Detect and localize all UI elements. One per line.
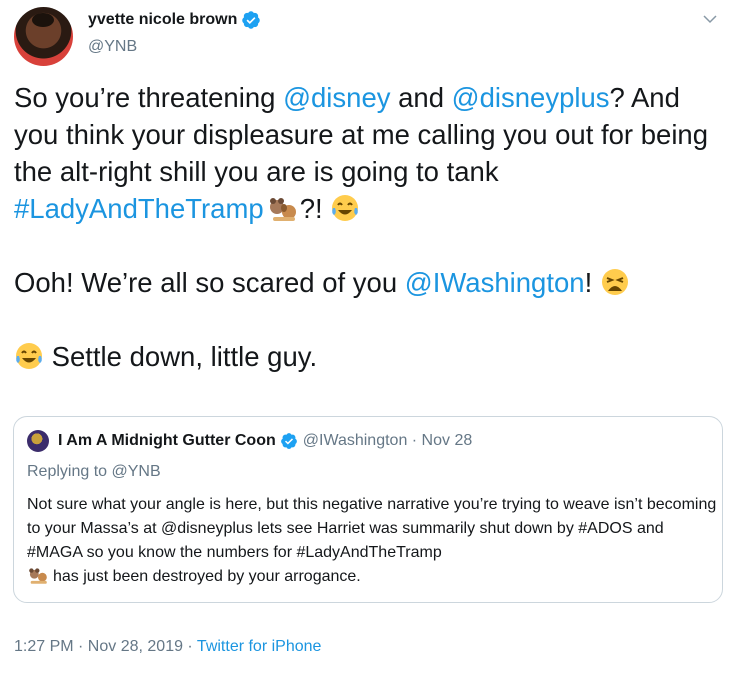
lady-and-tramp-dogs-icon <box>269 198 296 221</box>
quoted-tweet[interactable]: I Am A Midnight Gutter Coon @IWashington… <box>13 416 723 603</box>
source-link[interactable]: Twitter for iPhone <box>197 638 322 655</box>
tweet-meta: 1:27 PM · Nov 28, 2019 · Twitter for iPh… <box>14 638 321 656</box>
chevron-down-icon[interactable] <box>701 10 719 28</box>
author-name-row: yvette nicole brown <box>88 10 261 30</box>
quoted-body: Not sure what your angle is here, but th… <box>27 496 717 585</box>
hashtag-link[interactable]: #LadyAndTheTramp <box>14 193 264 224</box>
verified-badge-icon <box>242 11 261 29</box>
timestamp[interactable]: 1:27 PM · Nov 28, 2019 · <box>14 638 197 655</box>
author-handle[interactable]: @YNB <box>88 38 137 56</box>
quoted-handle-date: @IWashington · Nov 28 <box>302 432 473 449</box>
face-with-tears-of-joy-icon <box>16 343 42 369</box>
mention-link[interactable]: @IWashington <box>405 267 585 298</box>
avatar[interactable] <box>14 7 73 66</box>
face-with-tears-of-joy-icon <box>332 195 359 221</box>
quoted-avatar <box>27 430 49 452</box>
tweet-text: So you’re threatening @disney and @disne… <box>14 79 719 375</box>
verified-badge-icon <box>280 433 297 449</box>
quoted-tweet-header: I Am A Midnight Gutter Coon @IWashington… <box>27 430 472 452</box>
quoted-display-name: I Am A Midnight Gutter Coon <box>58 432 276 449</box>
weary-face-icon <box>601 269 628 295</box>
author-display-name[interactable]: yvette nicole brown <box>88 11 237 29</box>
lady-and-tramp-dogs-icon <box>29 568 47 584</box>
tweet-paragraph-3: Settle down, little guy. <box>14 338 719 375</box>
mention-link[interactable]: @disneyplus <box>452 82 610 113</box>
tweet-paragraph-2: Ooh! We’re all so scared of you @IWashin… <box>14 264 719 301</box>
replying-to: Replying to @YNB <box>27 463 161 480</box>
tweet-paragraph-1: So you’re threatening @disney and @disne… <box>14 82 709 224</box>
mention-link[interactable]: @disney <box>283 82 390 113</box>
